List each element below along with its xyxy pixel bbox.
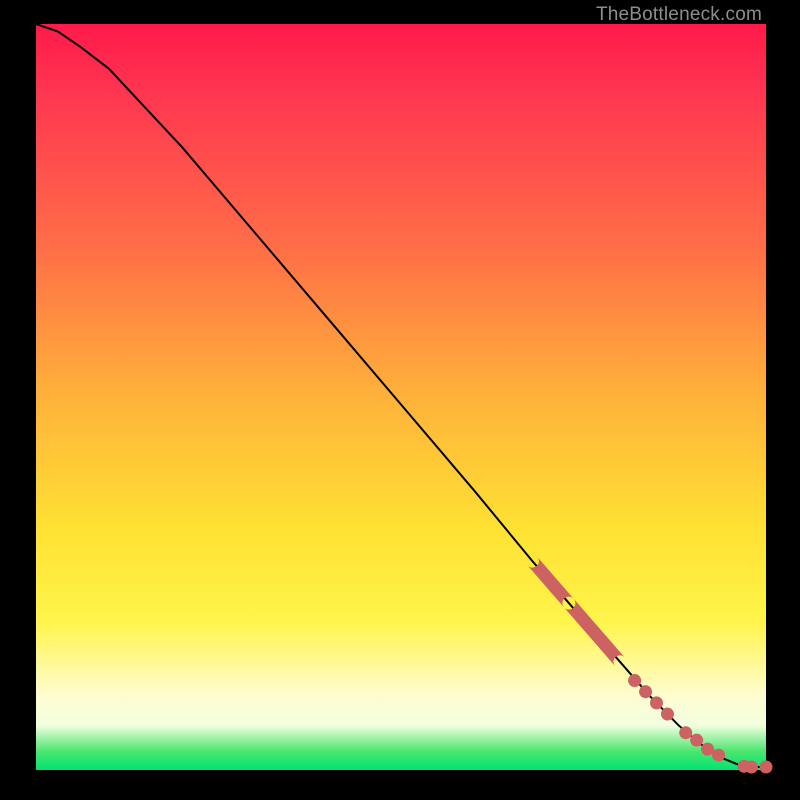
chart-overlay [36, 24, 766, 770]
curve-marker [650, 696, 663, 709]
curve-marker [745, 761, 758, 774]
attribution-text: TheBottleneck.com [596, 4, 762, 26]
curve-marker [760, 761, 773, 774]
curve-marker [712, 749, 725, 762]
curve-marker [564, 599, 625, 666]
curve-marker [679, 726, 692, 739]
plot-area [36, 24, 766, 770]
curve-marker [690, 734, 703, 747]
chart-frame: TheBottleneck.com [0, 0, 800, 800]
bottleneck-curve [36, 24, 766, 767]
curve-marker [628, 674, 641, 687]
curve-marker [701, 743, 714, 756]
marker-group [527, 557, 772, 774]
curve-marker [661, 708, 674, 721]
curve-marker [639, 685, 652, 698]
